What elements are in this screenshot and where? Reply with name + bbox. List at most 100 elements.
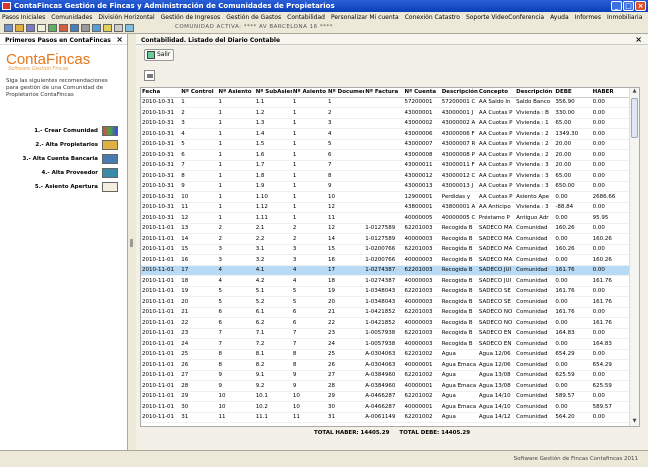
table-cell: 29 <box>327 391 365 402</box>
table-row[interactable]: 2010-11-01 20 5 5.2 5 20 1-0348043 40000003 Reco… <box>141 296 631 308</box>
table-row[interactable]: 2010-11-01 13 2 2.1 2 12 1-0127589 62201003 Reco… <box>141 223 631 234</box>
table-row[interactable]: 2010-11-01 31 11 11.1 11 31 A-0061149 62201002 A… <box>141 412 631 423</box>
table-row[interactable]: 2010-10-31 6 1 1.6 1 6 43000008 43000008 P AA Cu… <box>141 149 631 161</box>
step-crear-comunidad[interactable]: 1.- Crear Comunidad <box>0 124 128 138</box>
table-row[interactable]: 2010-11-01 17 4 4.1 4 17 1-0274387 62201003 Reco… <box>141 265 631 276</box>
building-icon[interactable] <box>26 23 35 32</box>
column-header[interactable]: HABER <box>591 88 631 98</box>
table-row[interactable]: 2010-10-31 8 1 1.8 1 8 43000012 43000012 C AA Cu… <box>141 170 631 182</box>
menu-soporte[interactable]: Soporte VideoConferencia <box>466 14 544 21</box>
menu-personalizar[interactable]: Personalizar Mi cuenta <box>331 14 399 21</box>
table-row[interactable]: 2010-11-01 21 6 6.1 6 21 1-0421852 62201003 Reco… <box>141 307 631 318</box>
scroll-down-icon[interactable]: ▼ <box>631 418 638 426</box>
minimize-button[interactable]: _ <box>611 1 622 11</box>
menu-contabilidad[interactable]: Contabilidad <box>287 14 325 21</box>
table-cell: 1.5 <box>254 139 292 150</box>
table-cell: 8 <box>217 359 255 371</box>
column-header[interactable]: Descripción <box>440 88 478 98</box>
menu-conexion-catastro[interactable]: Conexión Catastro <box>405 14 460 21</box>
menu-comunidades[interactable]: Comunidades <box>51 14 92 21</box>
chart-icon[interactable] <box>59 23 68 32</box>
bank-icon[interactable] <box>102 154 118 164</box>
table-cell: 1-0274387 <box>364 265 404 276</box>
table-row[interactable]: 2010-10-31 9 1 1.9 1 9 43000013 43000013 J AA Cu… <box>141 181 631 192</box>
column-header[interactable]: Nº Asiento <box>217 88 255 98</box>
table-cell <box>364 181 404 192</box>
table-row[interactable]: 2010-10-31 2 1 1.2 1 2 43000001 43000001 J AA Cu… <box>141 107 631 119</box>
users-icon[interactable] <box>102 140 118 150</box>
column-header[interactable]: Nº Cuenta <box>403 88 441 98</box>
table-row[interactable]: 2010-11-01 22 6 6.2 6 22 1-0421852 40000003 Reco… <box>141 317 631 329</box>
panel-splitter[interactable] <box>128 34 136 450</box>
menu-inmobiliaria[interactable]: Inmobiliaria <box>607 14 642 21</box>
mail-icon[interactable] <box>103 23 112 32</box>
table-row[interactable]: 2010-10-31 11 1 1.12 1 12 43800001 43800001 A AA… <box>141 202 631 213</box>
building-icon[interactable] <box>102 126 118 136</box>
search-icon[interactable] <box>125 23 134 32</box>
table-cell: 2010-11-01 <box>141 401 181 413</box>
column-header[interactable]: DEBE <box>554 88 592 98</box>
close-icon[interactable]: × <box>116 35 123 44</box>
table-row[interactable]: 2010-10-31 4 1 1.4 1 4 43000006 43000006 F AA Cu… <box>141 128 631 140</box>
column-header[interactable]: Nº SubAsiento <box>254 88 292 98</box>
salir-button[interactable]: Salir <box>144 49 174 61</box>
table-row[interactable]: 2010-11-01 30 10 10.2 10 30 A-0466287 40000001 A… <box>141 401 631 413</box>
table-row[interactable]: 2010-11-01 25 8 8.1 8 25 A-0304063 62201002 Agua… <box>141 349 631 360</box>
table-row[interactable]: 2010-11-01 19 5 5.1 5 19 1-0348043 62201003 Reco… <box>141 286 631 297</box>
print-icon[interactable] <box>114 23 123 32</box>
table-row[interactable]: 2010-11-01 29 10 10.1 10 29 A-0466287 62201002 A… <box>141 391 631 402</box>
step-alta-propietarios[interactable]: 2.- Alta Propietarios <box>0 138 128 152</box>
close-icon[interactable]: × <box>635 35 642 44</box>
column-header[interactable]: Nº Factura <box>364 88 404 98</box>
step-asiento-apertura[interactable]: 5.- Asiento Apertura <box>0 180 128 194</box>
table-row[interactable]: 2010-11-01 27 9 9.1 9 27 A-0384960 62201002 Agua… <box>141 370 631 381</box>
table-row[interactable]: 2010-11-01 26 8 8.2 8 26 A-0304063 40000001 Agua… <box>141 359 631 371</box>
menu-gestion-gastos[interactable]: Gestión de Gastos <box>226 14 281 21</box>
menu-division-horizontal[interactable]: División Horizontal <box>98 14 154 21</box>
menu-ayuda[interactable]: Ayuda <box>550 14 569 21</box>
table-row[interactable]: 2010-11-01 16 3 3.2 3 16 1-0200766 40000003 Reco… <box>141 254 631 266</box>
column-header[interactable]: Nº Control <box>180 88 218 98</box>
step-alta-cuenta-bancaria[interactable]: 3.- Alta Cuenta Bancaria <box>0 152 128 166</box>
menu-informes[interactable]: Informes <box>575 14 601 21</box>
table-row[interactable]: 2010-10-31 12 1 1.11 1 11 40000005 40000005 C Pr… <box>141 212 631 224</box>
maximize-button[interactable]: □ <box>623 1 634 11</box>
column-header[interactable]: Fecha <box>141 88 181 98</box>
help-icon[interactable] <box>92 23 101 32</box>
table-row[interactable]: 2010-11-01 24 7 7.2 7 24 1-0057938 40000003 Reco… <box>141 338 631 350</box>
document-icon[interactable] <box>37 23 46 32</box>
vertical-scrollbar[interactable]: ▲ ▼ <box>629 88 639 426</box>
table-row[interactable]: 2010-10-31 5 1 1.5 1 5 43000007 43000007 R AA Cu… <box>141 139 631 150</box>
column-header[interactable]: Descripción <box>515 88 555 98</box>
table-cell: SADECO NO <box>477 307 516 318</box>
table-row[interactable]: 2010-11-01 28 9 9.2 9 28 A-0384960 40000001 Agua… <box>141 380 631 392</box>
menu-pasos-iniciales[interactable]: Pasos Iniciales <box>2 14 45 21</box>
table-row[interactable]: 2010-10-31 10 1 1.10 1 10 12900001 Perdidas y AA… <box>141 191 631 203</box>
column-header[interactable]: Concepto <box>477 88 516 98</box>
book-icon[interactable] <box>70 23 79 32</box>
table-row[interactable]: 2010-11-01 18 4 4.2 4 18 1-0274387 40000003 Reco… <box>141 275 631 287</box>
table-row[interactable]: 2010-10-31 7 1 1.7 1 7 43000011 43000011 F AA Cu… <box>141 160 631 171</box>
table-row[interactable]: 2010-10-31 3 1 1.3 1 3 43000002 43000002 A AA Cu… <box>141 118 631 129</box>
close-window-button[interactable]: × <box>635 1 646 11</box>
home-icon[interactable] <box>4 23 13 32</box>
menu-gestion-ingresos[interactable]: Gestión de Ingresos <box>161 14 221 21</box>
gear-icon[interactable] <box>81 23 90 32</box>
table-row[interactable]: 2010-11-01 15 3 3.1 3 15 1-0200766 62201003 Reco… <box>141 244 631 255</box>
table-row[interactable]: 2010-10-31 1 1 1.1 1 1 57200001 57200001 C AA Sa… <box>141 97 631 108</box>
pencil-icon[interactable] <box>102 182 118 192</box>
diario-grid[interactable]: FechaNº ControlNº AsientoNº SubAsientoNº… <box>140 87 640 427</box>
table-cell: 2686.66 <box>591 191 631 203</box>
money-icon[interactable] <box>48 23 57 32</box>
scroll-up-icon[interactable]: ▲ <box>631 88 638 96</box>
print-button[interactable] <box>144 70 155 81</box>
splitter-grip[interactable] <box>130 239 133 247</box>
table-row[interactable]: 2010-11-01 14 2 2.2 2 14 1-0127589 40000003 Reco… <box>141 233 631 245</box>
column-header[interactable]: Nº Asiento <box>291 88 328 98</box>
users-icon[interactable] <box>15 23 24 32</box>
truck-icon[interactable] <box>102 168 118 178</box>
column-header[interactable]: Nº Documento <box>327 88 365 98</box>
table-row[interactable]: 2010-11-01 23 7 7.1 7 23 1-0057938 62201003 Reco… <box>141 328 631 339</box>
step-alta-proveedor[interactable]: 4.- Alta Proveedor <box>0 166 128 180</box>
scroll-thumb[interactable] <box>631 98 638 138</box>
